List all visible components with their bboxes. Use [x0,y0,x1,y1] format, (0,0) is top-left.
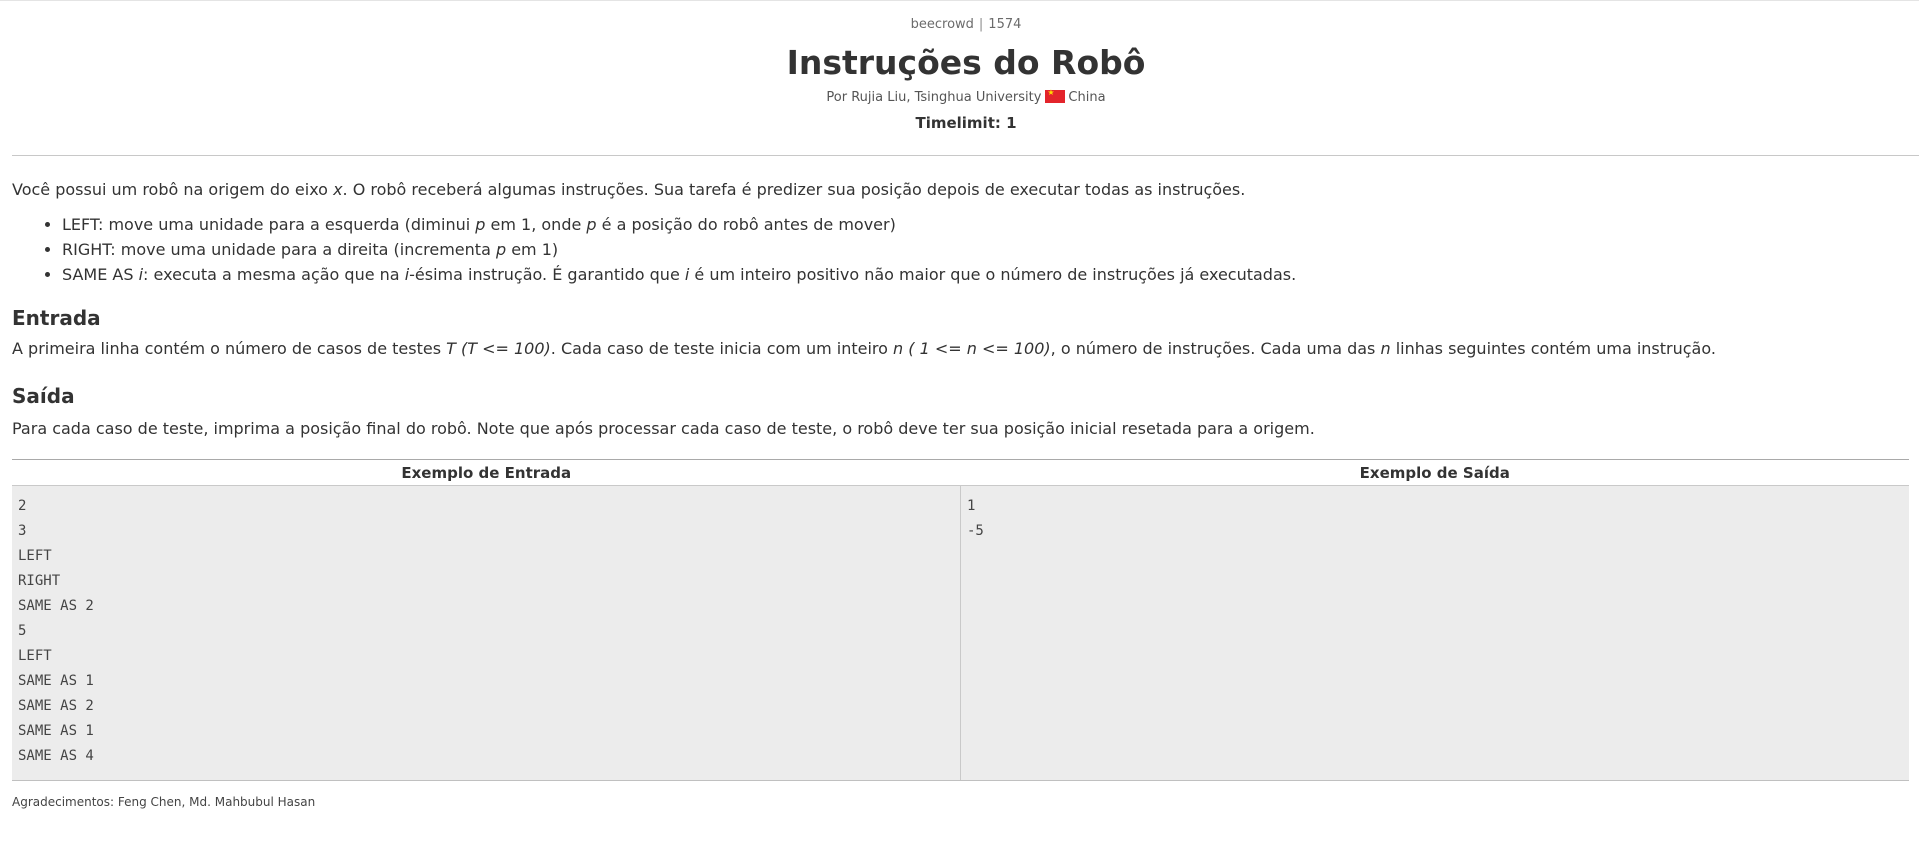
list-item: LEFT: move uma unidade para a esquerda (… [62,212,1919,237]
problem-page: beecrowd | 1574 Instruções do Robô Por Ruj… [12,17,1919,810]
problem-header: beecrowd | 1574 Instruções do Robô Por Ruj… [12,17,1919,132]
description-var: x [333,180,343,199]
author-text: Por Rujia Liu, Tsinghua University [826,90,1042,105]
sample-output-cell: 1 -5 [960,485,1909,781]
breadcrumb: beecrowd | 1574 [12,17,1919,33]
sample-table: Exemplo de Entrada Exemplo de Saída 2 3 … [12,459,1909,781]
output-heading: Saída [12,384,75,408]
sample-output: 1 -5 [967,498,984,539]
instruction-list: LEFT: move uma unidade para a esquerda (… [12,212,1919,287]
credits: Agradecimentos: Feng Chen, Md. Mahbubul … [12,795,316,809]
sample-input-cell: 2 3 LEFT RIGHT SAME AS 2 5 LEFT SAME AS … [12,485,961,781]
author-byline: Por Rujia Liu, Tsinghua University China [12,87,1919,106]
description-text: . O robô receberá algumas instruções. Su… [342,180,1246,199]
sample-input-header: Exemplo de Entrada [12,459,961,486]
sample-input: 2 3 LEFT RIGHT SAME AS 2 5 LEFT SAME AS … [18,498,94,764]
input-heading: Entrada [12,306,101,330]
input-description: A primeira linha contém o número de caso… [12,339,1716,358]
breadcrumb-separator: | [978,17,984,32]
problem-description: Você possui um robô na origem do eixo x.… [12,180,1919,200]
site-name[interactable]: beecrowd [911,17,974,32]
list-item: SAME AS i: executa a mesma ação que na i… [62,262,1919,287]
list-item: RIGHT: move uma unidade para a direita (… [62,237,1919,262]
header-divider [12,155,1919,156]
time-limit: Timelimit: 1 [915,114,1017,132]
problem-title: Instruções do Robô [786,43,1146,82]
description-text: Você possui um robô na origem do eixo [12,180,334,199]
china-flag-icon [1045,87,1066,103]
output-description: Para cada caso de teste, imprima a posiç… [12,419,1315,438]
problem-id: 1574 [988,17,1022,32]
sample-output-header: Exemplo de Saída [960,459,1909,486]
country-name: China [1068,90,1106,105]
